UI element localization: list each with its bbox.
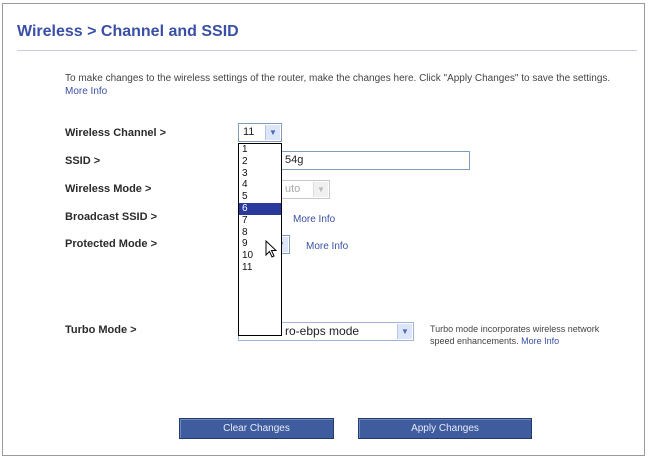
clear-changes-button[interactable]: Clear Changes <box>179 418 334 439</box>
intro-more-info-link[interactable]: More Info <box>65 86 107 97</box>
chevron-down-icon: ▼ <box>313 182 328 197</box>
broadcast-ssid-label: Broadcast SSID > <box>65 211 158 223</box>
channel-option[interactable]: 8 <box>239 227 281 239</box>
turbo-more-info-link[interactable]: More Info <box>521 336 559 346</box>
chevron-down-icon: ▼ <box>397 324 412 339</box>
channel-option[interactable]: 3 <box>239 168 281 180</box>
channel-option[interactable]: 7 <box>239 215 281 227</box>
intro-text: To make changes to the wireless settings… <box>65 72 630 98</box>
channel-option[interactable]: 4 <box>239 179 281 191</box>
channel-option[interactable]: 2 <box>239 156 281 168</box>
channel-option[interactable]: 1 <box>239 144 281 156</box>
ssid-label: SSID > <box>65 155 101 167</box>
ssid-value: 54g <box>285 154 304 166</box>
wireless-channel-label: Wireless Channel > <box>65 127 167 139</box>
apply-changes-button[interactable]: Apply Changes <box>358 418 532 439</box>
intro-body: To make changes to the wireless settings… <box>65 73 611 84</box>
title-divider <box>17 50 637 51</box>
wireless-channel-value: 11 <box>243 126 255 138</box>
page-title: Wireless > Channel and SSID <box>17 23 239 40</box>
settings-panel: Wireless > Channel and SSID To make chan… <box>2 3 645 456</box>
turbo-description-text: Turbo mode incorporates wireless network… <box>430 324 600 346</box>
turbo-description: Turbo mode incorporates wireless network… <box>430 323 600 347</box>
channel-option[interactable]: 5 <box>239 191 281 203</box>
protected-mode-label: Protected Mode > <box>65 238 157 250</box>
wireless-mode-value: uto <box>285 183 301 195</box>
turbo-mode-label: Turbo Mode > <box>65 324 137 336</box>
wireless-channel-select[interactable]: 11 ▼ <box>238 123 282 142</box>
channel-option[interactable]: 6 <box>239 202 281 215</box>
mouse-cursor-icon <box>265 240 278 258</box>
broadcast-more-info-link[interactable]: More Info <box>293 214 335 225</box>
channel-option[interactable]: 11 <box>239 262 281 274</box>
turbo-mode-value: ro-ebps mode <box>285 324 360 338</box>
wireless-mode-label: Wireless Mode > <box>65 183 152 195</box>
protected-more-info-link[interactable]: More Info <box>306 241 348 252</box>
chevron-down-icon: ▼ <box>265 125 280 140</box>
